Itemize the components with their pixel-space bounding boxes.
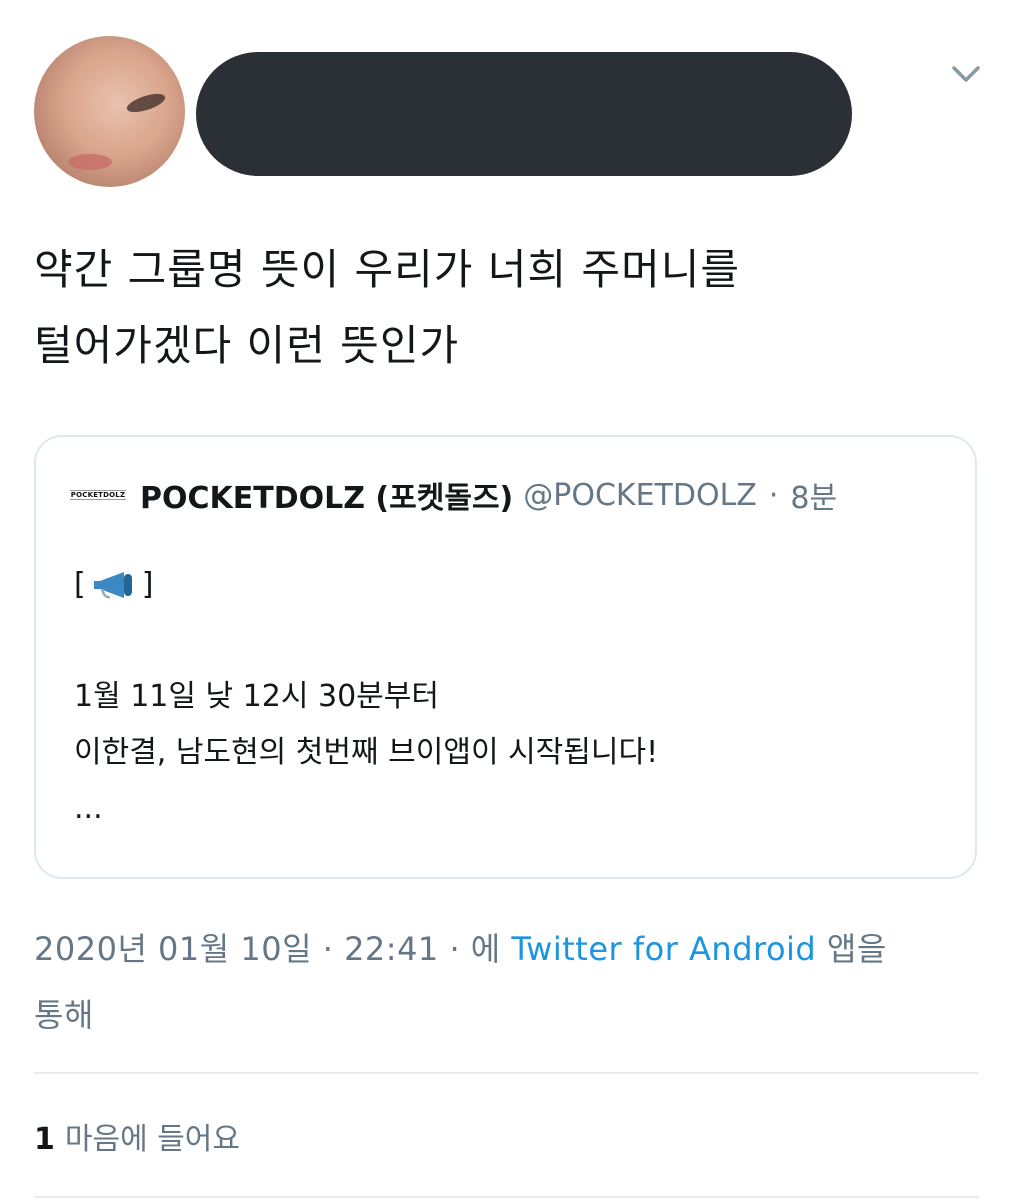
source-suffix: 앱을 (826, 930, 887, 968)
quoted-text-line-1: 1월 11일 낮 12시 30분부터 (74, 679, 439, 714)
quoted-author-avatar[interactable]: POCKETDOLZ (69, 485, 127, 505)
divider-bottom (34, 1196, 979, 1198)
tweet-time: 22:41 (344, 930, 439, 968)
tweet-text-line-2: 털어가겠다 이런 뜻인가 (34, 321, 460, 370)
avatar-eye-detail (124, 90, 168, 116)
megaphone-icon (93, 572, 132, 599)
meta-separator-1: · (322, 930, 334, 968)
source-link[interactable]: Twitter for Android (511, 930, 816, 968)
redacted-author-name (196, 52, 852, 176)
quoted-author-avatar-logo-text: POCKETDOLZ (69, 490, 127, 500)
quoted-text-line-2: 이한결, 남도현의 첫번째 브이앱이 시작됩니다! (74, 735, 659, 770)
likes-label: 마음에 들어요 (64, 1122, 241, 1157)
divider-top (34, 1072, 979, 1074)
tweet-text-line-1: 약간 그룹명 뜻이 우리가 너희 주머니를 (34, 245, 740, 294)
tweet-text: 약간 그룹명 뜻이 우리가 너희 주머니를 털어가겠다 이런 뜻인가 (34, 232, 974, 384)
avatar-lip-detail (68, 154, 112, 170)
quoted-separator: · (768, 477, 779, 513)
quoted-text-ellipsis: ... (74, 791, 103, 826)
likes-count: 1 (34, 1122, 55, 1157)
likes-stat[interactable]: 1 마음에 들어요 (34, 1114, 240, 1158)
chevron-down-icon[interactable] (950, 62, 982, 86)
bracket-close: ] (141, 567, 154, 602)
meta-separator-2: · (449, 930, 461, 968)
quoted-author-name[interactable]: POCKETDOLZ (포켓돌즈) (140, 473, 513, 517)
announcement-line: [ ] (74, 557, 658, 613)
tweet-metadata: 2020년 01월 10일 · 22:41 · 에 Twitter for An… (34, 916, 974, 1048)
bracket-open: [ (74, 567, 86, 602)
quoted-tweet-header: POCKETDOLZ POCKETDOLZ (포켓돌즈) @POCKETDOLZ… (69, 473, 838, 517)
quoted-author-handle[interactable]: @POCKETDOLZ (523, 478, 757, 513)
author-avatar[interactable] (34, 36, 185, 187)
quoted-tweet-body: [ ] 1월 11일 낮 12시 30분부터 이한결, 남도현의 첫번째 브이앱… (74, 557, 658, 837)
quoted-tweet-card[interactable]: POCKETDOLZ POCKETDOLZ (포켓돌즈) @POCKETDOLZ… (34, 435, 977, 879)
quoted-tweet-time: 8분 (790, 481, 838, 516)
tweet-date: 2020년 01월 10일 (34, 930, 313, 968)
source-prefix: 에 (470, 930, 501, 968)
source-suffix-2: 통해 (34, 996, 94, 1034)
